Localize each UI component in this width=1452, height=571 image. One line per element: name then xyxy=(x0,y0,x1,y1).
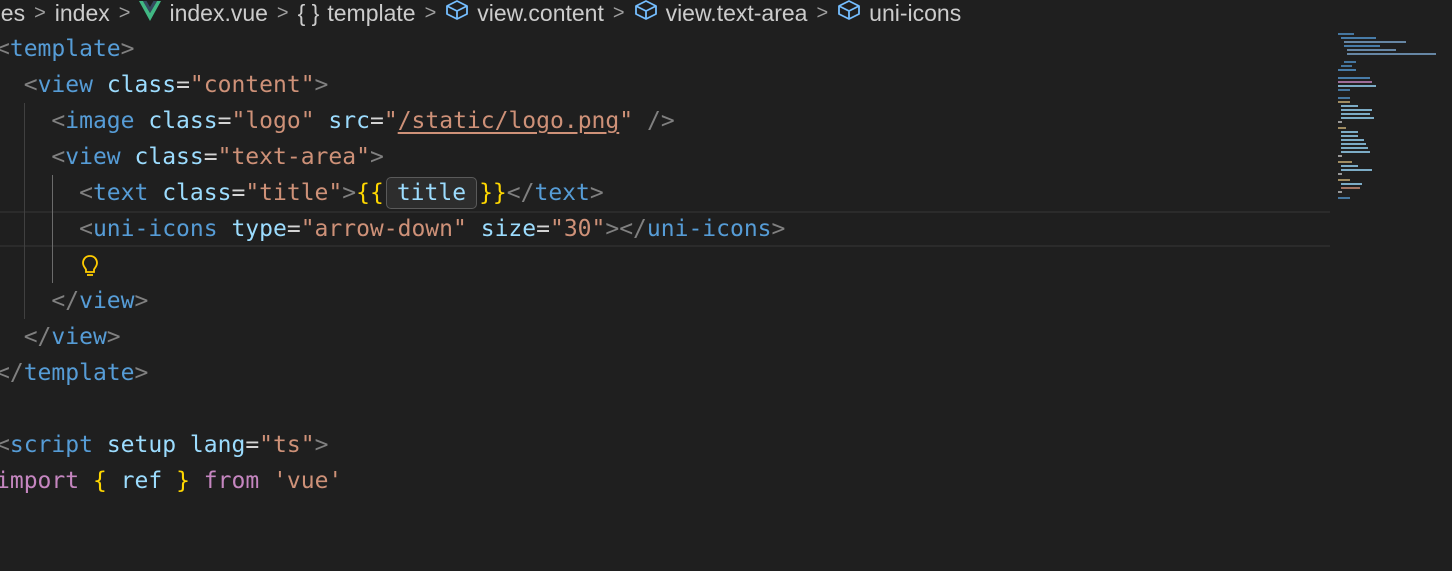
tag-name: view xyxy=(65,144,121,170)
tag-name: image xyxy=(65,108,135,134)
code-line[interactable]: <view class="content"> xyxy=(0,67,1330,103)
attribute-name: src xyxy=(328,108,370,134)
mustache-close: }} xyxy=(479,180,507,206)
tag-name: script xyxy=(9,432,93,458)
breadcrumb-label: index xyxy=(54,0,110,26)
code-line[interactable]: <view class="text-area"> xyxy=(0,139,1330,175)
keyword: from xyxy=(203,468,260,494)
cube-icon xyxy=(634,0,658,27)
chevron-right-icon: > xyxy=(612,1,625,24)
cube-icon xyxy=(837,0,861,27)
tag-name: text xyxy=(534,180,590,206)
code-line[interactable]: import { ref } from 'vue' xyxy=(0,463,1330,499)
tag-name: view xyxy=(51,324,107,350)
attribute-name: lang xyxy=(189,432,246,458)
attribute-value: "text-area" xyxy=(217,144,370,170)
code-line[interactable] xyxy=(0,247,1330,283)
string-quote: " xyxy=(383,108,398,134)
tag-name: template xyxy=(9,36,121,62)
breadcrumb-item-index-vue[interactable]: index.vue xyxy=(139,0,268,27)
attribute-name: class xyxy=(106,72,177,98)
tag-name: text xyxy=(92,180,149,206)
keyword: import xyxy=(0,468,80,494)
code-line[interactable]: </view> xyxy=(0,319,1330,355)
code-line[interactable]: <text class="title">{{title}}</text> xyxy=(0,175,1330,211)
code-line[interactable]: </template> xyxy=(0,355,1330,391)
code-line[interactable]: </view> xyxy=(0,283,1330,319)
attribute-name: setup xyxy=(106,432,177,458)
attribute-value: "logo" xyxy=(231,108,315,134)
brace-open: { xyxy=(92,468,107,494)
minimap[interactable] xyxy=(1336,28,1452,208)
string-quote: " xyxy=(619,108,634,134)
indent-guide xyxy=(24,247,25,283)
attribute-value: "ts" xyxy=(259,432,315,458)
breadcrumb-label: view.content xyxy=(477,0,604,26)
breadcrumb-item-ges[interactable]: ges xyxy=(0,0,25,27)
chevron-right-icon: > xyxy=(424,1,437,24)
tag-name: uni-icons xyxy=(92,216,218,242)
attribute-name: size xyxy=(480,216,537,242)
code-line-current[interactable]: <uni-icons type="arrow-down" size="30"><… xyxy=(0,211,1330,276)
breadcrumb-item-view-content[interactable]: view.content xyxy=(445,0,604,27)
code-editor[interactable]: <template> <view class="content"> <image… xyxy=(0,31,1330,498)
chevron-right-icon: > xyxy=(118,1,131,24)
tag-name: view xyxy=(37,72,93,98)
string-literal: 'vue' xyxy=(273,468,343,494)
tag-name: template xyxy=(23,360,135,386)
tag-name: uni-icons xyxy=(646,216,772,242)
breadcrumb-label: ges xyxy=(0,0,26,26)
code-line[interactable]: <image class="logo" src="/static/logo.pn… xyxy=(0,103,1330,139)
breadcrumb-label: view.text-area xyxy=(665,0,808,26)
breadcrumb-label: template xyxy=(327,0,416,26)
chevron-right-icon: > xyxy=(816,1,829,24)
breadcrumb: ges > index > index.vue > { } template >… xyxy=(0,0,1440,26)
braces-icon: { } xyxy=(297,0,320,26)
file-link[interactable]: /static/logo.png xyxy=(398,108,620,134)
mustache-open: {{ xyxy=(356,180,384,206)
vue-icon xyxy=(139,0,162,27)
breadcrumb-item-index[interactable]: index xyxy=(55,0,110,27)
identifier: ref xyxy=(120,468,163,494)
chevron-right-icon: > xyxy=(276,1,289,24)
attribute-value: "content" xyxy=(189,72,315,98)
cube-icon xyxy=(445,0,469,27)
breadcrumb-label: uni-icons xyxy=(869,0,962,26)
attribute-value: "title" xyxy=(245,180,343,206)
attribute-name: class xyxy=(162,180,232,206)
breadcrumb-label: index.vue xyxy=(169,0,268,26)
code-line[interactable]: <script setup lang="ts"> xyxy=(0,427,1330,463)
inline-hint-title[interactable]: title xyxy=(385,177,478,209)
indent-guide xyxy=(52,247,53,283)
attribute-value: "arrow-down" xyxy=(300,216,467,242)
attribute-name: type xyxy=(231,216,287,242)
code-line[interactable] xyxy=(0,391,1330,427)
code-line[interactable]: <template> xyxy=(0,31,1330,67)
breadcrumb-item-uni-icons[interactable]: uni-icons xyxy=(837,0,961,27)
brace-close: } xyxy=(176,468,190,494)
attribute-name: class xyxy=(134,144,204,170)
attribute-value: "30" xyxy=(549,216,606,242)
breadcrumb-item-view-text-area[interactable]: view.text-area xyxy=(634,0,808,27)
chevron-right-icon: > xyxy=(34,1,46,24)
tag-name: view xyxy=(79,288,135,314)
breadcrumb-item-template[interactable]: { } template xyxy=(298,0,416,27)
attribute-name: class xyxy=(148,108,218,134)
